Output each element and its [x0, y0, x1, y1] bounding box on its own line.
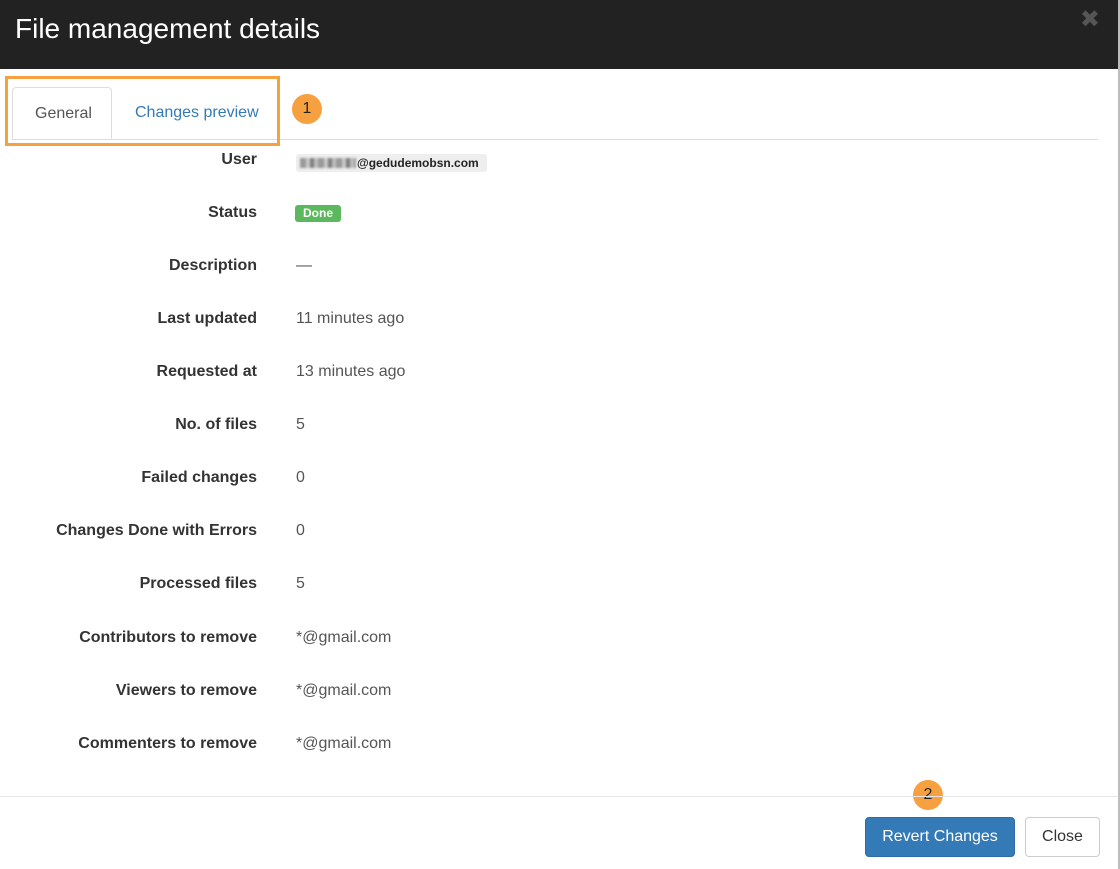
- last-updated-value: 11 minutes ago: [296, 310, 405, 327]
- contributors-to-remove-label: Contributors to remove: [79, 629, 257, 646]
- detail-row-changes-done-with-errors: Changes Done with Errors 0: [0, 516, 1100, 546]
- modal-header: File management details ✖: [0, 0, 1118, 69]
- failed-changes-value: 0: [296, 469, 305, 486]
- no-of-files-value: 5: [296, 416, 305, 433]
- processed-files-value: 5: [296, 575, 305, 592]
- changes-done-with-errors-value: 0: [296, 522, 305, 539]
- tab-general[interactable]: General: [12, 87, 112, 139]
- commenters-to-remove-label: Commenters to remove: [78, 735, 257, 752]
- description-value: —: [296, 257, 312, 274]
- viewers-to-remove-label: Viewers to remove: [115, 682, 257, 699]
- processed-files-label: Processed files: [139, 575, 257, 592]
- detail-row-commenters-to-remove: Commenters to remove *@gmail.com: [0, 729, 1100, 759]
- redacted-email-part: [300, 158, 356, 168]
- detail-row-contributors-to-remove: Contributors to remove *@gmail.com: [0, 623, 1100, 653]
- user-email-domain: @gedudemobsn.com: [357, 156, 479, 170]
- tab-bar: General Changes preview: [12, 87, 1098, 140]
- detail-row-failed-changes: Failed changes 0: [0, 463, 1100, 493]
- detail-row-last-updated: Last updated 11 minutes ago: [0, 304, 1100, 334]
- user-email-chip: @gedudemobsn.com: [296, 154, 487, 172]
- description-label: Description: [168, 257, 257, 274]
- failed-changes-label: Failed changes: [141, 469, 257, 486]
- detail-row-processed-files: Processed files 5: [0, 569, 1100, 599]
- detail-row-description: Description —: [0, 251, 1100, 281]
- requested-at-value: 13 minutes ago: [296, 363, 406, 380]
- tab-changes-preview[interactable]: Changes preview: [113, 87, 281, 138]
- status-label: Status: [208, 204, 257, 221]
- changes-done-with-errors-label: Changes Done with Errors: [56, 522, 257, 539]
- detail-row-viewers-to-remove: Viewers to remove *@gmail.com: [0, 676, 1100, 706]
- contributors-to-remove-value: *@gmail.com: [296, 629, 392, 646]
- modal-title: File management details: [15, 13, 321, 44]
- commenters-to-remove-value: *@gmail.com: [296, 735, 392, 752]
- user-label: User: [221, 151, 257, 168]
- detail-row-requested-at: Requested at 13 minutes ago: [0, 357, 1100, 387]
- file-management-modal: File management details ✖ General Change…: [0, 0, 1120, 869]
- step-badge-1: 1: [292, 94, 322, 124]
- modal-footer: Revert Changes Close: [0, 796, 1118, 869]
- viewers-to-remove-value: *@gmail.com: [296, 682, 392, 699]
- detail-row-status: Status Done: [0, 198, 1100, 228]
- no-of-files-label: No. of files: [175, 416, 257, 433]
- detail-row-user: User @gedudemobsn.com: [0, 145, 1100, 175]
- close-icon[interactable]: ✖: [1080, 8, 1100, 32]
- close-button[interactable]: Close: [1025, 817, 1100, 857]
- requested-at-label: Requested at: [156, 363, 257, 380]
- revert-changes-button[interactable]: Revert Changes: [865, 817, 1015, 857]
- status-badge: Done: [295, 205, 341, 222]
- last-updated-label: Last updated: [157, 310, 257, 327]
- detail-row-no-of-files: No. of files 5: [0, 410, 1100, 440]
